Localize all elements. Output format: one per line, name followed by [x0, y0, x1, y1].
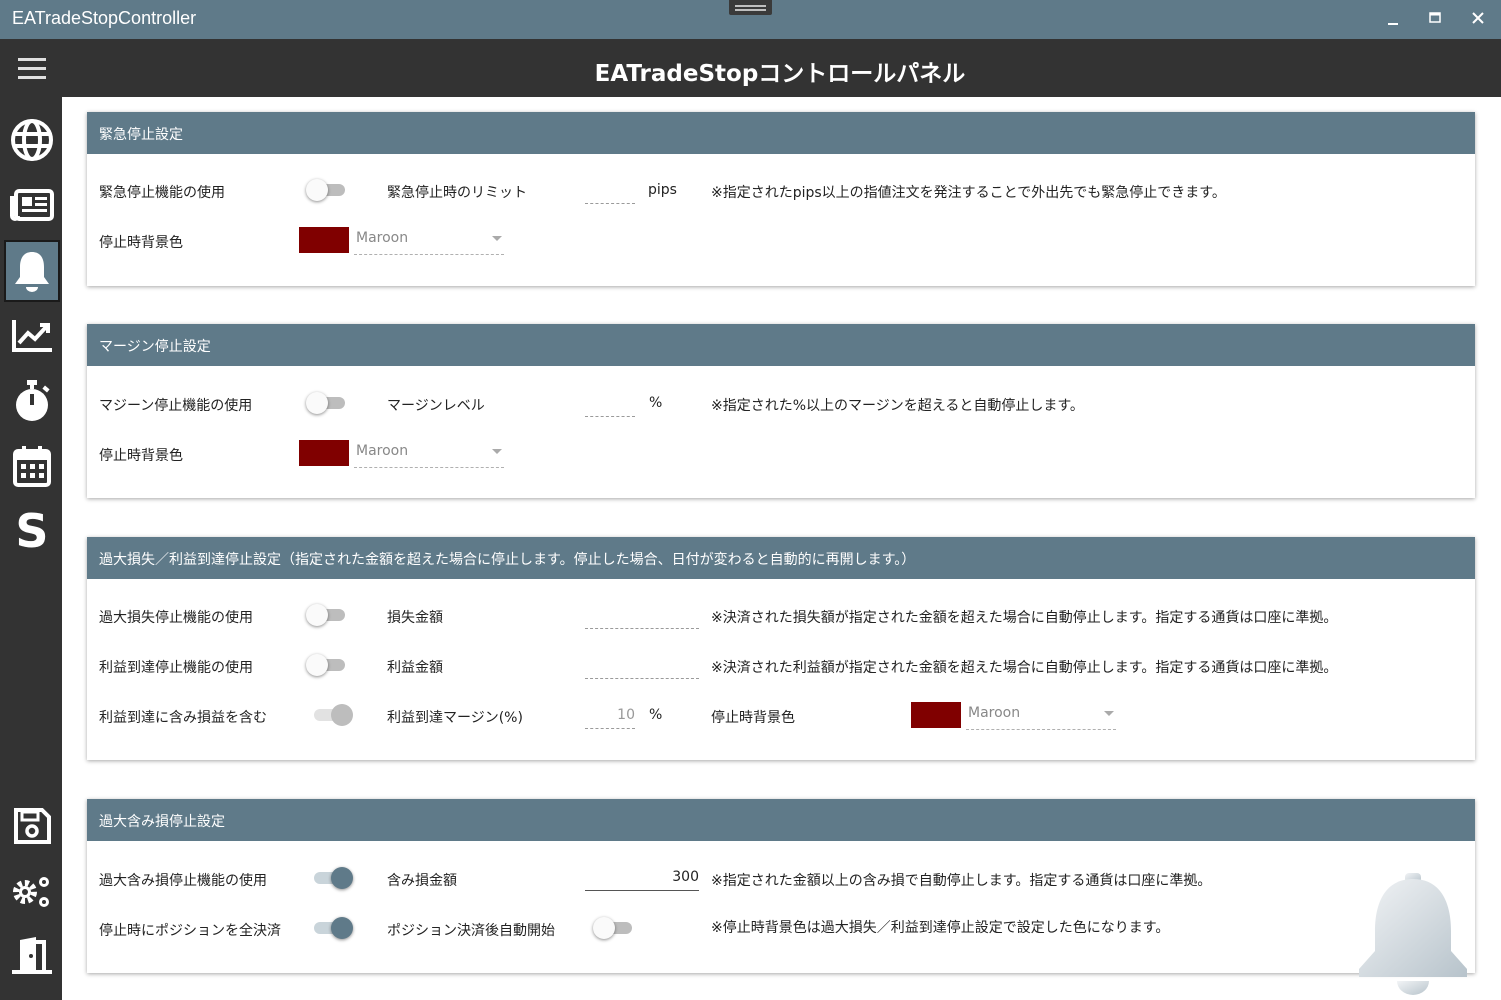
calendar-icon	[13, 446, 51, 487]
page-title: EATradeStopコントロールパネル	[594, 61, 966, 87]
emergency-bg-label: 停止時背景色	[99, 235, 183, 251]
exit-door-icon	[12, 937, 52, 974]
nav-exit[interactable]	[4, 925, 60, 987]
s-letter-icon: S	[15, 504, 49, 558]
save-icon	[14, 808, 51, 844]
drag-grip[interactable]	[729, 0, 772, 15]
margin-note: ※指定された%以上のマージンを超えると自動停止します。	[711, 398, 1084, 414]
title-bar[interactable]: EATradeStopController	[0, 0, 1501, 39]
profit-margin-label: 利益到達マージン(%)	[387, 710, 523, 726]
profit-amount-label: 利益金額	[387, 660, 443, 676]
unrealized-use-label: 過大含み損停止機能の使用	[99, 873, 267, 889]
auto-start-label: ポジション決済後自動開始	[387, 923, 555, 939]
excess-bg-color-select[interactable]: Maroon	[966, 700, 1116, 730]
emergency-use-toggle[interactable]	[306, 177, 350, 203]
nav-save[interactable]	[4, 795, 60, 857]
nav-settings[interactable]	[4, 860, 60, 922]
excess-bg-color-value: Maroon	[968, 705, 1021, 721]
profit-margin-unit: %	[649, 707, 663, 723]
chevron-down-icon	[492, 236, 502, 241]
emergency-bg-color-select[interactable]: Maroon	[354, 225, 504, 255]
newspaper-icon	[10, 189, 54, 221]
emergency-limit-label: 緊急停止時のリミット	[387, 185, 527, 201]
margin-bg-swatch	[299, 440, 349, 466]
app-window: EATradeStopController EATradeStopコントロールパ…	[0, 0, 1501, 1000]
emergency-stop-card: 緊急停止設定 緊急停止機能の使用 緊急停止時のリミット pips ※指定されたp…	[87, 112, 1475, 286]
stopwatch-icon	[16, 380, 50, 421]
unrealized-stop-header: 過大含み損停止設定	[87, 799, 1475, 841]
nav-timer[interactable]	[4, 370, 60, 432]
loss-note: ※決済された損失額が指定された金額を超えた場合に自動停止します。指定する通貨は口…	[711, 610, 1338, 626]
bell-icon	[15, 252, 49, 292]
sidebar: S	[0, 97, 62, 1000]
unrealized-use-toggle[interactable]	[309, 865, 353, 891]
profit-margin-input[interactable]: 10	[585, 703, 635, 729]
loss-amount-input[interactable]	[585, 603, 699, 629]
margin-stop-header: マージン停止設定	[87, 324, 1475, 366]
auto-start-toggle[interactable]	[593, 915, 637, 941]
emergency-limit-unit: pips	[648, 182, 677, 198]
profit-note: ※決済された利益額が指定された金額を超えた場合に自動停止します。指定する通貨は口…	[711, 660, 1338, 676]
excess-stop-header: 過大損失／利益到達停止設定（指定された金額を超えた場合に停止します。停止した場合…	[87, 537, 1475, 579]
emergency-note: ※指定されたpips以上の指値注文を発注することで外出先でも緊急停止できます。	[711, 185, 1226, 201]
globe-icon	[11, 119, 53, 161]
nav-s[interactable]: S	[4, 500, 60, 562]
unrealized-amount-input[interactable]: 300	[585, 865, 699, 891]
margin-bg-color-value: Maroon	[356, 443, 409, 459]
margin-stop-card: マージン停止設定 マジーン停止機能の使用 マージンレベル % ※指定された%以上…	[87, 324, 1475, 498]
maximize-icon	[1429, 12, 1441, 23]
excess-bg-label: 停止時背景色	[711, 710, 795, 726]
excess-loss-profit-card: 過大損失／利益到達停止設定（指定された金額を超えた場合に停止します。停止した場合…	[87, 537, 1475, 760]
close-icon	[1472, 12, 1484, 24]
emergency-bg-swatch	[299, 227, 349, 253]
settings-gears-icon	[13, 877, 49, 907]
loss-amount-label: 損失金額	[387, 610, 443, 626]
unrealized-loss-card: 過大含み損停止設定 過大含み損停止機能の使用 含み損金額 300 ※指定された金…	[87, 799, 1475, 973]
unrealized-note: ※指定された金額以上の含み損で自動停止します。指定する通貨は口座に準拠。	[711, 873, 1212, 889]
window-title: EATradeStopController	[12, 8, 197, 28]
maximize-button[interactable]	[1420, 6, 1450, 32]
emergency-bg-color-value: Maroon	[356, 230, 409, 246]
chart-line-icon	[12, 320, 52, 352]
profit-amount-input[interactable]	[585, 653, 699, 679]
loss-use-toggle[interactable]	[306, 602, 350, 628]
emergency-use-label: 緊急停止機能の使用	[99, 185, 225, 201]
unrealized-note2: ※停止時背景色は過大損失／利益到達停止設定で設定した色になります。	[711, 920, 1170, 936]
margin-level-unit: %	[649, 395, 663, 411]
excess-bg-swatch	[911, 702, 961, 728]
minimize-button[interactable]	[1378, 6, 1408, 32]
nav-alerts[interactable]	[4, 240, 60, 302]
close-all-toggle[interactable]	[309, 915, 353, 941]
margin-level-label: マージンレベル	[387, 398, 485, 414]
app-header: EATradeStopコントロールパネル	[0, 39, 1501, 97]
close-button[interactable]	[1463, 6, 1493, 32]
margin-level-input[interactable]	[585, 391, 635, 417]
nav-calendar[interactable]	[4, 435, 60, 497]
margin-bg-color-select[interactable]: Maroon	[354, 438, 504, 468]
margin-bg-label: 停止時背景色	[99, 448, 183, 464]
content-area: 緊急停止設定 緊急停止機能の使用 緊急停止時のリミット pips ※指定されたp…	[62, 97, 1501, 1000]
margin-use-toggle[interactable]	[306, 390, 350, 416]
profit-use-label: 利益到達停止機能の使用	[99, 660, 253, 676]
emergency-stop-header: 緊急停止設定	[87, 112, 1475, 154]
close-all-label: 停止時にポジションを全決済	[99, 923, 281, 939]
loss-use-label: 過大損失停止機能の使用	[99, 610, 253, 626]
unrealized-amount-label: 含み損金額	[387, 873, 457, 889]
profit-use-toggle[interactable]	[306, 652, 350, 678]
minimize-icon	[1388, 23, 1398, 25]
include-unrealized-toggle[interactable]	[309, 702, 353, 728]
nav-globe[interactable]	[4, 109, 60, 171]
decorative-bell-icon	[1359, 873, 1467, 995]
nav-news[interactable]	[4, 174, 60, 236]
chevron-down-icon	[492, 449, 502, 454]
nav-chart[interactable]	[4, 305, 60, 367]
emergency-limit-input[interactable]	[585, 178, 635, 204]
margin-use-label: マジーン停止機能の使用	[99, 398, 253, 414]
include-unrealized-label: 利益到達に含み損益を含む	[99, 710, 267, 726]
chevron-down-icon	[1104, 711, 1114, 716]
